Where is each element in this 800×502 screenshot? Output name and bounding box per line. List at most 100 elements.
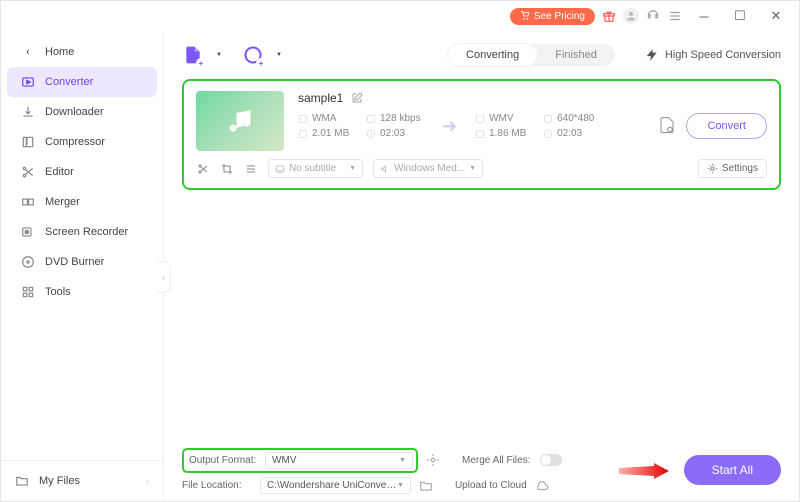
lightning-icon <box>645 48 659 62</box>
body: ‹ Home Converter Downloader Compressor <box>1 31 799 501</box>
file-actions: Convert <box>658 113 767 139</box>
caret-down-icon: ▼ <box>349 165 356 172</box>
bottom-bar: Output Format: WMV ▼ Merge All Files: Fi… <box>164 441 799 501</box>
audio-dropdown[interactable]: Windows Med... ▼ <box>373 159 483 178</box>
dst-size: 1.86 MB <box>475 128 533 139</box>
sidebar-item-screen-recorder[interactable]: Screen Recorder <box>7 217 157 247</box>
sidebar-label: Home <box>45 46 74 58</box>
add-file-button[interactable]: + <box>182 44 204 66</box>
add-url-caret[interactable]: ▼ <box>276 52 282 58</box>
hsc-label: High Speed Conversion <box>665 49 781 61</box>
trim-icon[interactable] <box>196 162 210 176</box>
sidebar-label: Converter <box>45 76 93 88</box>
file-card-row-tools: No subtitle ▼ Windows Med... ▼ Settings <box>196 159 767 178</box>
see-pricing-button[interactable]: See Pricing <box>510 8 595 25</box>
arrow-icon: ➜ <box>442 116 457 137</box>
subtitle-icon <box>275 164 285 174</box>
cloud-icon[interactable] <box>535 479 549 493</box>
tab-converting[interactable]: Converting <box>448 44 537 66</box>
sidebar-item-converter[interactable]: Converter <box>7 67 157 97</box>
file-thumbnail[interactable] <box>196 91 284 151</box>
tools-icon <box>21 285 35 299</box>
audio-value: Windows Med... <box>394 163 465 174</box>
caret-down-icon: ▼ <box>469 165 476 172</box>
window-close-button[interactable]: ✕ <box>761 2 791 30</box>
audio-icon <box>380 164 390 174</box>
download-icon <box>21 105 35 119</box>
window-maximize-button[interactable]: ☐ <box>725 2 755 30</box>
src-duration: 02:03 <box>366 128 424 139</box>
sidebar-item-tools[interactable]: Tools <box>7 277 157 307</box>
file-info: sample1 WMA 2.01 MB 128 kbps 0 <box>298 91 767 139</box>
dst-resolution: 640*480 <box>543 113 601 124</box>
file-name-row: sample1 <box>298 91 767 105</box>
edit-icon[interactable] <box>351 92 363 104</box>
output-settings-icon[interactable] <box>658 116 676 137</box>
file-location-dropdown[interactable]: C:\Wondershare UniConverter 1 ▼ <box>260 477 411 494</box>
merger-icon <box>21 195 35 209</box>
add-url-button[interactable]: + <box>242 44 264 66</box>
sidebar-label: Editor <box>45 166 74 178</box>
music-note-icon <box>226 107 254 135</box>
chevron-left-icon: ‹ <box>21 45 35 59</box>
window-minimize-button[interactable]: ─ <box>689 2 719 30</box>
recorder-icon <box>21 225 35 239</box>
crop-icon[interactable] <box>220 162 234 176</box>
output-settings-button[interactable] <box>426 453 440 467</box>
output-format-value: WMV <box>272 455 296 466</box>
converter-icon <box>21 75 35 89</box>
tab-segment: Converting Finished <box>448 44 615 66</box>
file-specs: WMA 2.01 MB 128 kbps 02:03 ➜ WMV <box>298 113 767 139</box>
support-icon[interactable] <box>645 8 661 24</box>
output-format-dropdown[interactable]: WMV ▼ <box>265 452 413 469</box>
merge-toggle[interactable] <box>540 454 562 466</box>
sidebar-item-myfiles[interactable]: My Files › <box>1 461 163 501</box>
gift-icon[interactable] <box>601 8 617 24</box>
cart-icon <box>520 11 530 21</box>
file-settings-button[interactable]: Settings <box>698 159 767 178</box>
sidebar-item-home[interactable]: ‹ Home <box>7 37 157 67</box>
main: + ▼ + ▼ Converting Finished High Speed C… <box>164 31 799 501</box>
disc-icon <box>21 255 35 269</box>
titlebar: See Pricing ─ ☐ ✕ <box>1 1 799 31</box>
src-size: 2.01 MB <box>298 128 356 139</box>
output-format-highlight: Output Format: WMV ▼ <box>182 448 418 473</box>
start-all-button[interactable]: Start All <box>684 455 781 485</box>
menu-icon[interactable] <box>667 8 683 24</box>
sidebar-item-dvd-burner[interactable]: DVD Burner <box>7 247 157 277</box>
output-format-label: Output Format: <box>189 455 259 466</box>
src-bitrate: 128 kbps <box>366 113 424 124</box>
convert-button[interactable]: Convert <box>686 113 767 139</box>
sidebar-bottom: My Files › <box>1 460 163 501</box>
folder-icon <box>15 474 29 488</box>
compressor-icon <box>21 135 35 149</box>
sidebar-label: Merger <box>45 196 80 208</box>
sidebar-nav: ‹ Home Converter Downloader Compressor <box>1 31 163 313</box>
sidebar-item-downloader[interactable]: Downloader <box>7 97 157 127</box>
src-format: WMA <box>298 113 356 124</box>
sidebar-label: DVD Burner <box>45 256 104 268</box>
sidebar-label: Compressor <box>45 136 105 148</box>
sidebar: ‹ Home Converter Downloader Compressor <box>1 31 164 501</box>
effect-icon[interactable] <box>244 162 258 176</box>
pricing-label: See Pricing <box>534 11 585 22</box>
sidebar-item-editor[interactable]: Editor <box>7 157 157 187</box>
open-folder-button[interactable] <box>419 479 433 493</box>
sidebar-item-compressor[interactable]: Compressor <box>7 127 157 157</box>
gear-icon <box>707 163 718 174</box>
sidebar-label: Downloader <box>45 106 104 118</box>
high-speed-toggle[interactable]: High Speed Conversion <box>645 48 781 62</box>
caret-down-icon: ▼ <box>397 482 404 489</box>
add-file-caret[interactable]: ▼ <box>216 52 222 58</box>
user-icon[interactable] <box>623 8 639 24</box>
content-area: sample1 WMA 2.01 MB 128 kbps 0 <box>164 79 799 441</box>
scissors-icon <box>21 165 35 179</box>
myfiles-label: My Files <box>39 475 80 487</box>
sidebar-item-merger[interactable]: Merger <box>7 187 157 217</box>
subtitle-dropdown[interactable]: No subtitle ▼ <box>268 159 363 178</box>
merge-label: Merge All Files: <box>462 455 532 466</box>
subtitle-value: No subtitle <box>289 163 336 174</box>
upload-label: Upload to Cloud <box>455 480 527 491</box>
dst-duration: 02:03 <box>543 128 601 139</box>
tab-finished[interactable]: Finished <box>537 44 615 66</box>
